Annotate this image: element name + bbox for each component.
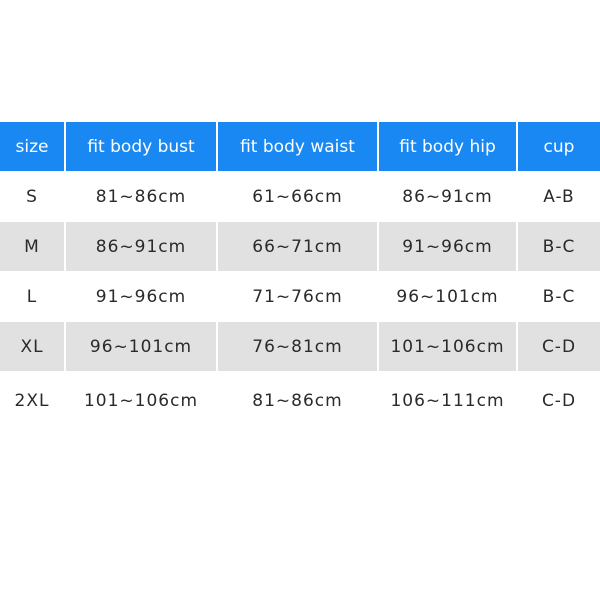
header-cup: cup [518,122,600,172]
table-row: XL 96~101cm 76~81cm 101~106cm C-D [0,322,600,372]
cell-bust: 91~96cm [66,272,218,322]
cell-cup: B-C [518,222,600,272]
cell-bust: 96~101cm [66,322,218,372]
cell-waist: 61~66cm [218,172,379,222]
table-row: 2XL 101~106cm 81~86cm 106~111cm C-D [0,372,600,430]
cell-cup: B-C [518,272,600,322]
cell-waist: 76~81cm [218,322,379,372]
cell-hip: 106~111cm [379,372,518,430]
cell-waist: 66~71cm [218,222,379,272]
cell-cup: C-D [518,322,600,372]
cell-size: M [0,222,66,272]
header-size: size [0,122,66,172]
header-waist: fit body waist [218,122,379,172]
size-chart-table: size fit body bust fit body waist fit bo… [0,122,600,430]
cell-hip: 101~106cm [379,322,518,372]
cell-bust: 81~86cm [66,172,218,222]
cell-cup: C-D [518,372,600,430]
header-hip: fit body hip [379,122,518,172]
cell-hip: 96~101cm [379,272,518,322]
cell-bust: 86~91cm [66,222,218,272]
table-row: M 86~91cm 66~71cm 91~96cm B-C [0,222,600,272]
table-row: S 81~86cm 61~66cm 86~91cm A-B [0,172,600,222]
cell-waist: 81~86cm [218,372,379,430]
cell-size: S [0,172,66,222]
header-bust: fit body bust [66,122,218,172]
table-row: L 91~96cm 71~76cm 96~101cm B-C [0,272,600,322]
cell-cup: A-B [518,172,600,222]
cell-size: L [0,272,66,322]
cell-size: 2XL [0,372,66,430]
cell-size: XL [0,322,66,372]
cell-hip: 91~96cm [379,222,518,272]
cell-waist: 71~76cm [218,272,379,322]
cell-hip: 86~91cm [379,172,518,222]
cell-bust: 101~106cm [66,372,218,430]
header-row: size fit body bust fit body waist fit bo… [0,122,600,172]
